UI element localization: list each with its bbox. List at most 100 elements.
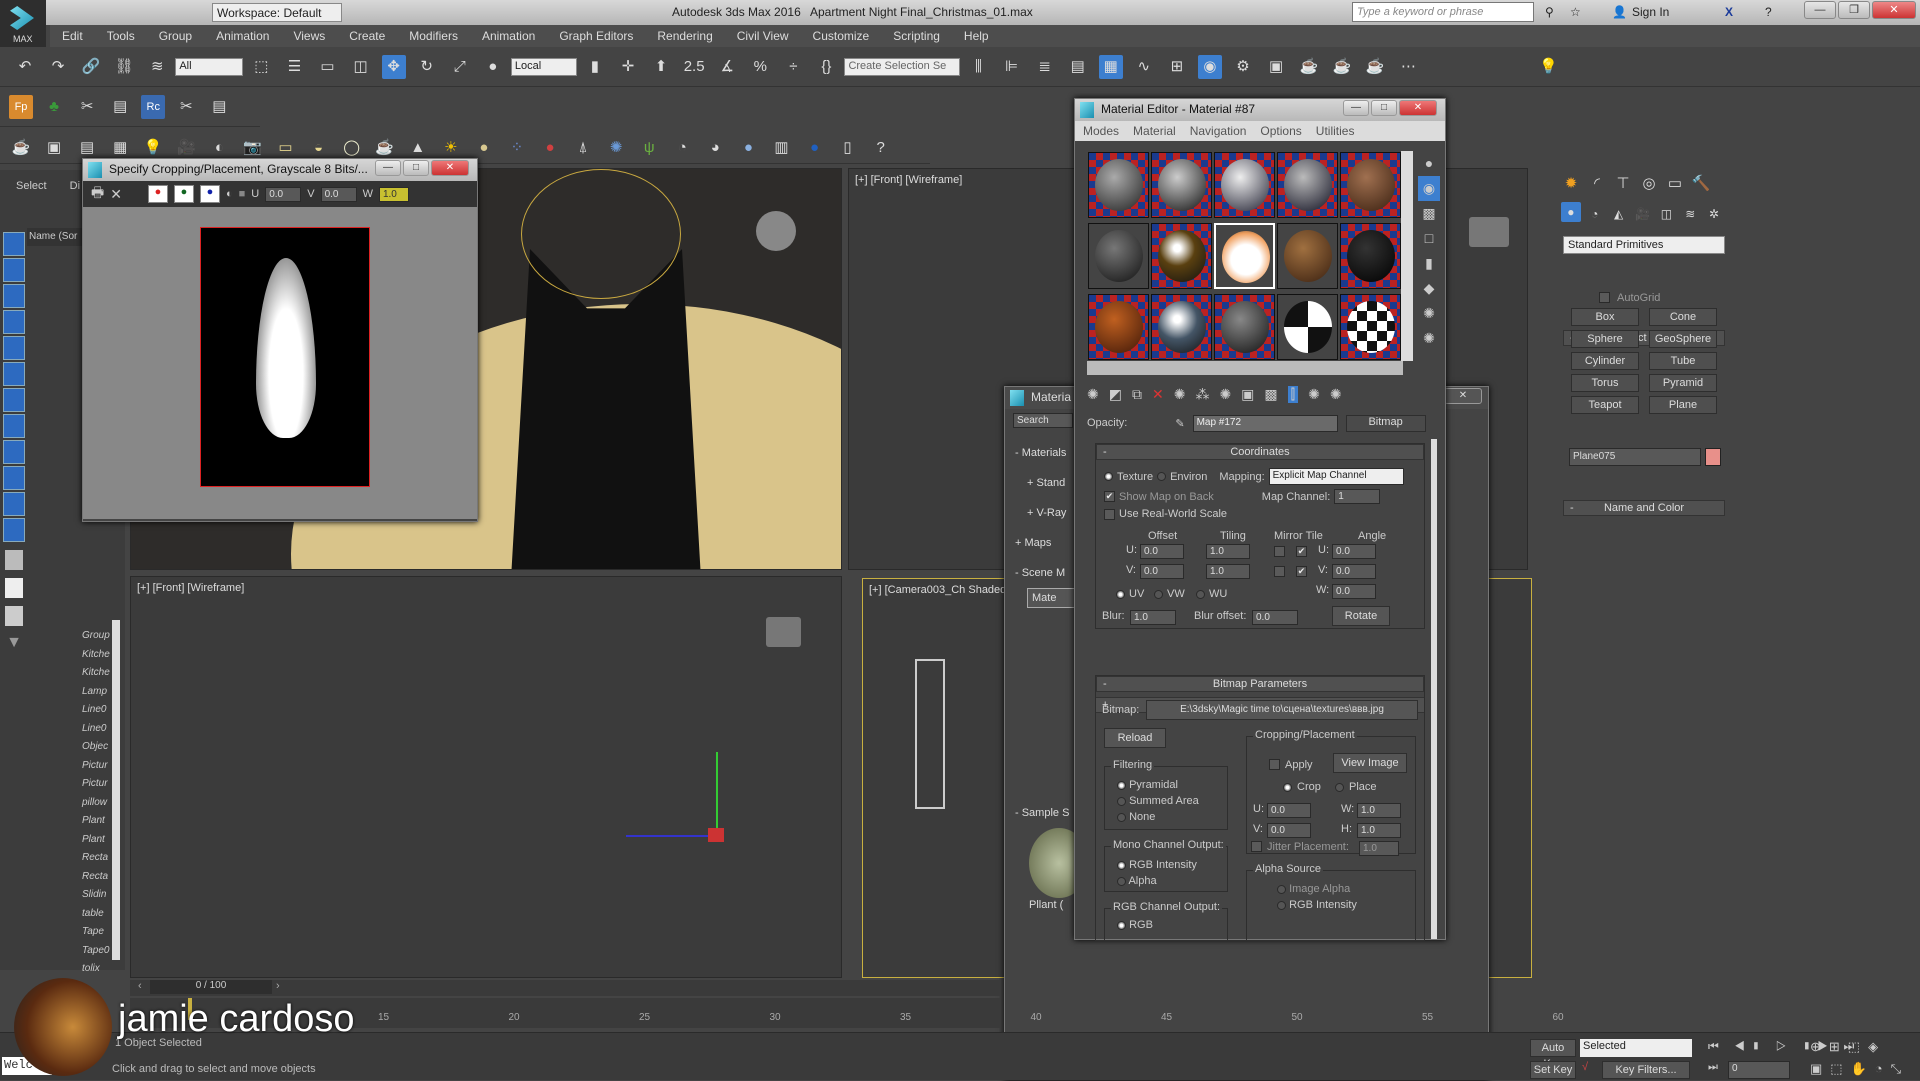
make-preview-icon[interactable]: ◆ <box>1418 276 1440 301</box>
offset-u-field[interactable]: 0.0 <box>1140 544 1184 559</box>
help-icon[interactable]: ? <box>1765 5 1772 19</box>
render-iterative-icon[interactable]: ☕ <box>1330 55 1354 79</box>
crop-v-value[interactable]: 0.0 <box>1267 823 1311 838</box>
select-object-icon[interactable]: ⬚ <box>249 55 273 79</box>
material-editor-title[interactable]: Material Editor - Material #87 — □ ✕ <box>1075 99 1445 121</box>
sample-slot[interactable] <box>1277 223 1338 289</box>
material-editor-icon[interactable]: ◉ <box>1197 55 1222 79</box>
scale-icon[interactable]: ⤢ <box>448 55 472 79</box>
frame-counter[interactable]: 0 / 100 <box>150 980 272 994</box>
maximize-button[interactable]: □ <box>1371 100 1397 116</box>
help-circle-icon[interactable]: ? <box>869 136 893 160</box>
vfb-icon-2[interactable]: ▦ <box>108 136 132 160</box>
filter-frozen-icon[interactable] <box>3 492 25 516</box>
list-item[interactable]: Lamp <box>27 686 117 705</box>
green-channel-button[interactable]: ● <box>173 185 194 203</box>
crop-window-title[interactable]: Specify Cropping/Placement, Grayscale 8 … <box>83 159 477 181</box>
restore-button[interactable]: ❐ <box>1838 1 1870 19</box>
keyboard-shortcut-icon[interactable]: ⬆ <box>649 55 673 79</box>
menu-civil-view[interactable]: Civil View <box>725 25 801 43</box>
create-tab-icon[interactable]: ✹ <box>1559 172 1583 196</box>
percent-snap-icon[interactable]: % <box>748 55 772 79</box>
coordinates-header[interactable]: - Coordinates <box>1096 444 1424 460</box>
reload-button[interactable]: Reload <box>1104 728 1166 748</box>
key-mode-toggle-icon[interactable]: ⏭ <box>1708 1061 1718 1074</box>
tile-v-checkbox[interactable]: ✔ <box>1296 566 1307 577</box>
unlink-icon[interactable]: ⛓ <box>112 55 136 79</box>
sample-slot[interactable] <box>1088 294 1149 360</box>
clear-icon[interactable]: ✕ <box>110 186 122 203</box>
filter-helpers-icon[interactable] <box>3 336 25 360</box>
bitmap-path-button[interactable]: E:\3dsky\Magic time to\сцена\textures\вв… <box>1146 700 1418 720</box>
sample-type-icon[interactable]: ● <box>1418 151 1440 176</box>
reference-coord-dropdown[interactable]: Local <box>510 58 577 76</box>
map-channel-field[interactable]: 1 <box>1334 489 1381 504</box>
filter-geometry-icon[interactable] <box>3 232 25 256</box>
mapping-dropdown[interactable]: Explicit Map Channel <box>1268 468 1404 485</box>
key-filters-button[interactable]: Key Filters... <box>1602 1061 1690 1079</box>
pyramidal-radio[interactable] <box>1117 780 1126 790</box>
sample-slot[interactable] <box>1088 223 1149 289</box>
modify-tab-icon[interactable]: ◜ <box>1585 172 1609 196</box>
assign-material-icon[interactable]: ⧉ <box>1132 386 1142 403</box>
place-icon[interactable]: ● <box>481 55 505 79</box>
ox-icon[interactable]: ◕ <box>703 136 727 160</box>
crop-w-value[interactable]: 1.0 <box>1357 803 1401 818</box>
tiling-u-field[interactable]: 1.0 <box>1206 544 1250 559</box>
list-item[interactable]: Tape <box>27 926 117 945</box>
make-copy-icon[interactable]: ✺ <box>1174 386 1186 403</box>
object-name-field[interactable]: Plane075 <box>1569 448 1701 466</box>
background-icon[interactable]: ▩ <box>1418 201 1440 226</box>
list-item[interactable]: table <box>27 908 117 927</box>
teapot-icon[interactable]: ☕ <box>9 136 33 160</box>
list-item[interactable]: Slidin <box>27 889 117 908</box>
lights-icon[interactable]: ◭ <box>1609 202 1629 226</box>
set-key-button[interactable]: Set Key <box>1530 1061 1576 1079</box>
sphere-icon[interactable]: ● <box>736 136 760 160</box>
jitter-checkbox[interactable] <box>1251 841 1262 852</box>
tiling-v-field[interactable]: 1.0 <box>1206 564 1250 579</box>
vw-radio[interactable] <box>1154 590 1163 599</box>
sample-slot[interactable] <box>1340 152 1401 218</box>
list-item[interactable]: Group <box>27 630 117 649</box>
tab-select[interactable]: Select <box>16 180 47 192</box>
selection-filter-dropdown[interactable]: All <box>175 58 244 76</box>
display-invert-icon[interactable] <box>5 606 23 626</box>
list-item[interactable]: Tape0 <box>27 945 117 964</box>
list-item[interactable]: Pictur <box>27 760 117 779</box>
doc-icon[interactable]: ▯ <box>836 136 860 160</box>
spacewarps-icon[interactable]: ≋ <box>1680 202 1700 226</box>
menu-animation[interactable]: Animation <box>204 25 281 43</box>
sample-slot-active[interactable] <box>1214 223 1275 289</box>
map-type-button[interactable]: Bitmap <box>1345 414 1426 432</box>
menu-modifiers[interactable]: Modifiers <box>397 25 470 43</box>
slots-scrollbar[interactable] <box>1401 151 1413 361</box>
select-by-name-icon[interactable]: ☰ <box>282 55 306 79</box>
name-color-header[interactable]: - Name and Color <box>1563 500 1725 516</box>
menu-modes[interactable]: Modes <box>1083 124 1119 138</box>
menu-tools[interactable]: Tools <box>95 25 147 43</box>
render-production-icon[interactable]: ☕ <box>1297 55 1321 79</box>
crop-image-area[interactable] <box>83 207 477 519</box>
backlight-icon[interactable]: ◉ <box>1418 176 1440 201</box>
sample-slot[interactable] <box>1277 294 1338 360</box>
viewport-label[interactable]: [+] [Front] [Wireframe] <box>137 582 244 594</box>
max-app-button[interactable]: MAX <box>0 0 46 47</box>
sphere-light-icon[interactable]: ◯ <box>340 136 364 160</box>
rotate-icon[interactable]: ↻ <box>415 55 439 79</box>
scene-explorer-icon[interactable]: ▤ <box>1066 55 1090 79</box>
none-radio[interactable] <box>1117 812 1126 822</box>
schematic-view-icon[interactable]: ⊞ <box>1165 55 1189 79</box>
cylinder-button[interactable]: Cylinder <box>1571 352 1639 370</box>
alpha-radio[interactable] <box>1117 876 1126 886</box>
sample-slot[interactable] <box>1151 294 1212 360</box>
close-button[interactable]: ✕ <box>431 160 469 176</box>
show-end-result-icon[interactable]: ⫿ <box>1287 385 1299 403</box>
real-world-scale-checkbox[interactable] <box>1104 508 1115 520</box>
menu-graph-editors[interactable]: Graph Editors <box>547 25 645 43</box>
filter-xrefs-icon[interactable] <box>3 414 25 438</box>
menu-navigation[interactable]: Navigation <box>1190 124 1247 138</box>
mirror-u-checkbox[interactable] <box>1274 546 1285 557</box>
sample-slot[interactable] <box>1151 152 1212 218</box>
filter-shapes-icon[interactable] <box>3 258 25 282</box>
